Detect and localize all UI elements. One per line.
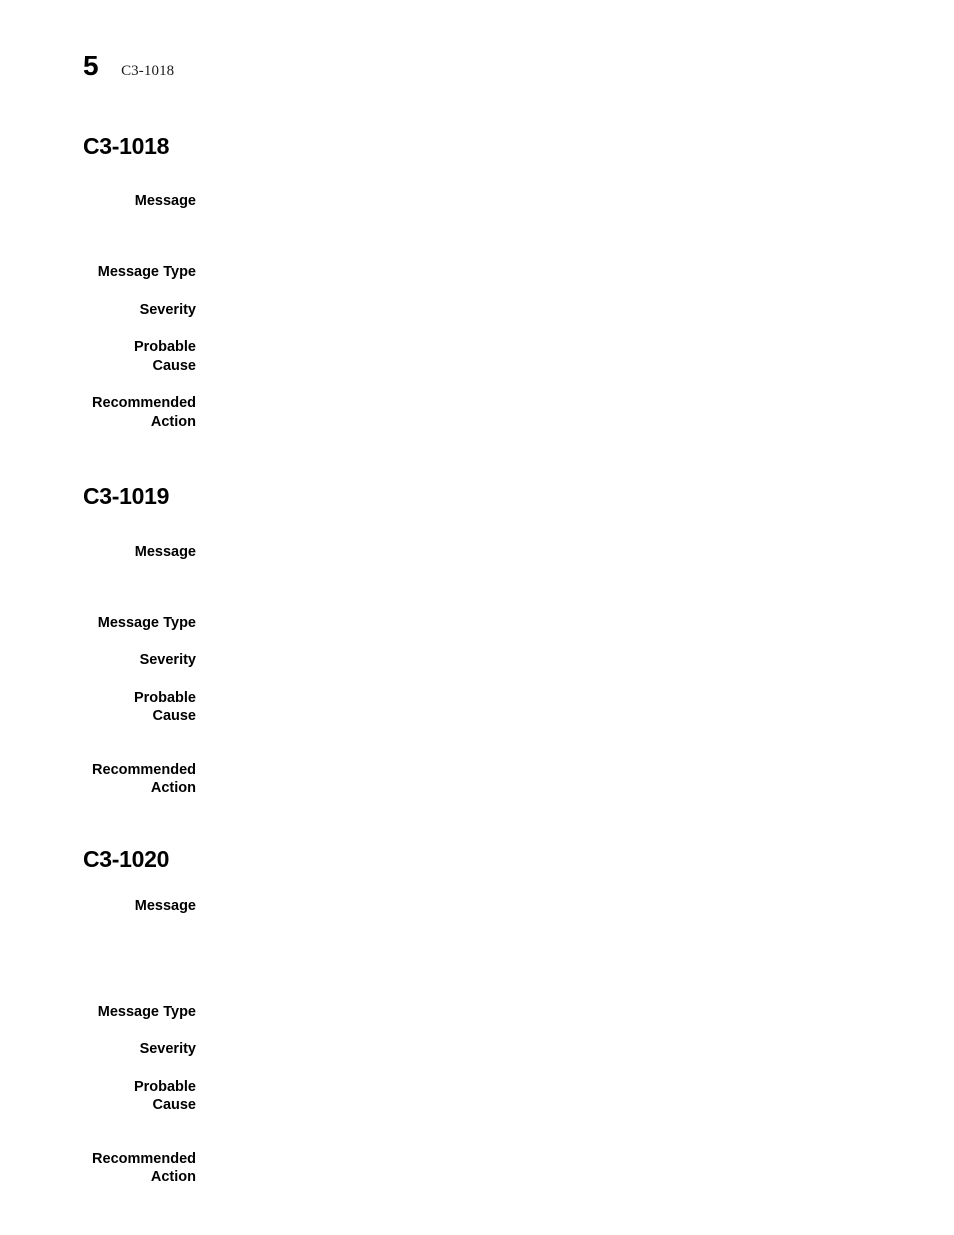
field-value-text xyxy=(218,543,954,580)
field-label-message: Message xyxy=(0,510,196,580)
field-label-probable_cause: Probable Cause xyxy=(0,670,196,726)
field-row-recommended_action: Recommended Action xyxy=(0,726,954,798)
field-value-severity xyxy=(196,1021,954,1059)
document-page: 5 C3-1018 C3-1018 Message Message Type Seve… xyxy=(0,0,954,1235)
field-value-text xyxy=(218,1150,954,1187)
field-value-probable_cause xyxy=(196,1059,954,1115)
field-label-message: Message xyxy=(0,159,196,229)
field-value-probable_cause xyxy=(196,670,954,726)
field-label-text: Message xyxy=(134,193,196,210)
field-value-text xyxy=(218,614,954,633)
field-value-text xyxy=(218,394,954,431)
field-label-text: Severity xyxy=(139,1041,196,1058)
field-row-message: Message xyxy=(0,159,954,229)
field-value-severity xyxy=(196,632,954,670)
field-value-text xyxy=(218,651,954,670)
field-row-message: Message xyxy=(0,510,954,580)
field-label-recommended_action: Recommended Action xyxy=(0,726,196,798)
field-label-probable_cause: Probable Cause xyxy=(0,1059,196,1115)
field-label-text: Probable Cause xyxy=(133,1078,196,1114)
field-label-text: Message Type xyxy=(97,1003,196,1020)
field-value-text xyxy=(218,1040,954,1059)
field-value-message xyxy=(196,510,954,580)
field-value-text xyxy=(218,897,954,953)
field-label-text: Message xyxy=(134,543,196,560)
field-label-text: Message Type xyxy=(97,264,196,281)
field-row-message: Message xyxy=(0,872,954,953)
section-heading-c3-1020: C3-1020 xyxy=(83,845,170,872)
field-table-c3-1020: Message Message Type Severity Probable Caus… xyxy=(0,872,954,1187)
field-value-recommended_action xyxy=(196,375,954,431)
field-label-text: Recommended Action xyxy=(92,1150,196,1186)
field-label-recommended_action: Recommended Action xyxy=(0,1115,196,1187)
field-value-text xyxy=(218,689,954,726)
field-row-probable_cause: Probable Cause xyxy=(0,319,954,375)
field-value-message_type xyxy=(196,580,954,633)
field-row-message_type: Message Type xyxy=(0,229,954,282)
field-label-text: Message Type xyxy=(97,614,196,631)
field-label-text: Recommended Action xyxy=(92,761,196,797)
field-label-text: Message xyxy=(134,898,196,915)
field-value-recommended_action xyxy=(196,1115,954,1187)
field-value-text xyxy=(218,338,954,357)
chapter-number: 5 xyxy=(83,50,99,81)
section-c3-1020: C3-1020 Message Message Type Severity Probab… xyxy=(0,846,954,1187)
field-value-message xyxy=(196,159,954,229)
field-table-c3-1019: Message Message Type Severity Probable Caus… xyxy=(0,510,954,798)
field-row-recommended_action: Recommended Action xyxy=(0,1115,954,1187)
running-header: 5 C3-1018 xyxy=(83,52,174,80)
field-label-message_type: Message Type xyxy=(0,229,196,282)
field-label-message_type: Message Type xyxy=(0,953,196,1022)
field-value-probable_cause xyxy=(196,319,954,375)
section-heading-c3-1019: C3-1019 xyxy=(83,483,170,510)
field-row-message_type: Message Type xyxy=(0,953,954,1022)
section-c3-1018: C3-1018 Message Message Type Severity Probab… xyxy=(0,133,954,431)
field-value-text xyxy=(218,1078,954,1115)
field-value-recommended_action xyxy=(196,726,954,798)
field-label-probable_cause: Probable Cause xyxy=(0,319,196,375)
field-label-severity: Severity xyxy=(0,282,196,320)
field-value-text xyxy=(218,192,954,229)
running-header-reference: C3-1018 xyxy=(121,63,175,79)
field-row-probable_cause: Probable Cause xyxy=(0,1059,954,1115)
field-label-text: Severity xyxy=(139,301,196,318)
field-value-text xyxy=(218,1003,954,1022)
field-label-severity: Severity xyxy=(0,632,196,670)
field-value-message_type xyxy=(196,229,954,282)
field-label-text: Probable Cause xyxy=(133,689,196,725)
field-row-probable_cause: Probable Cause xyxy=(0,670,954,726)
field-table-c3-1018: Message Message Type Severity Probable Caus… xyxy=(0,159,954,431)
field-value-text xyxy=(218,263,954,282)
section-c3-1019: C3-1019 Message Message Type Severity Probab… xyxy=(0,483,954,797)
field-value-text xyxy=(218,301,954,320)
field-value-text xyxy=(218,761,954,798)
field-value-message_type xyxy=(196,953,954,1022)
field-row-severity: Severity xyxy=(0,632,954,670)
field-label-text: Probable Cause xyxy=(133,339,196,374)
field-label-message: Message xyxy=(0,872,196,953)
field-row-severity: Severity xyxy=(0,1021,954,1059)
field-row-recommended_action: Recommended Action xyxy=(0,375,954,431)
field-row-severity: Severity xyxy=(0,282,954,320)
field-value-severity xyxy=(196,282,954,320)
field-row-message_type: Message Type xyxy=(0,580,954,633)
field-label-message_type: Message Type xyxy=(0,580,196,633)
document-body: C3-1018 Message Message Type Severity Probab… xyxy=(0,120,954,1187)
field-label-text: Severity xyxy=(139,652,196,669)
field-label-severity: Severity xyxy=(0,1021,196,1059)
section-heading-c3-1018: C3-1018 xyxy=(83,133,170,159)
field-value-message xyxy=(196,872,954,953)
field-label-recommended_action: Recommended Action xyxy=(0,375,196,431)
field-label-text: Recommended Action xyxy=(92,395,196,430)
